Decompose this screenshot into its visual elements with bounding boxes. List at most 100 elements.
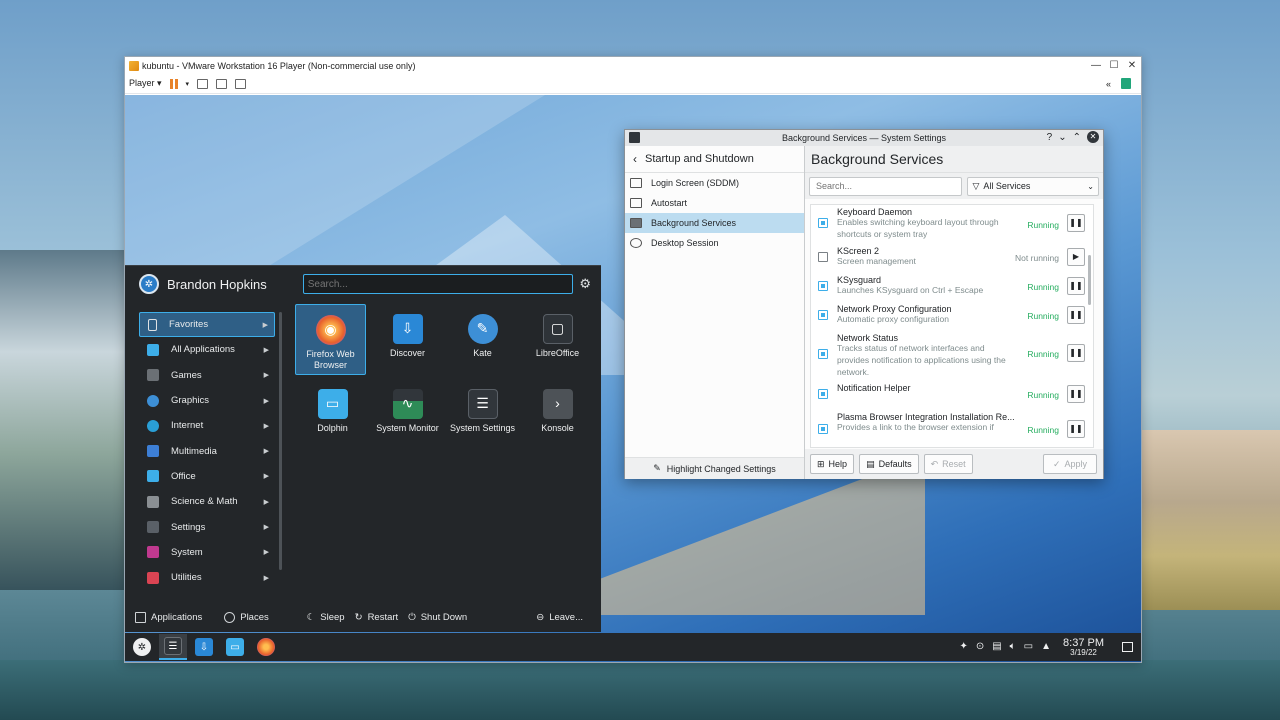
launcher-settings-icon[interactable]: ⚙ xyxy=(579,276,591,292)
category-all-applications[interactable]: All Applications ▶ xyxy=(139,337,275,362)
sidebar-item-background-services[interactable]: Background Services xyxy=(625,213,804,233)
unity-icon[interactable] xyxy=(235,78,247,89)
vm-library-icon[interactable] xyxy=(1121,78,1131,89)
service-enabled-checkbox[interactable] xyxy=(818,424,828,435)
list-item: KSysguard Launches KSysguard on Ctrl + E… xyxy=(811,273,1093,302)
pause-dropdown-icon[interactable]: ▾ xyxy=(186,80,190,88)
multimedia-icon xyxy=(147,445,159,458)
category-graphics[interactable]: Graphics ▶ xyxy=(139,388,275,413)
sidebar-item-login-screen[interactable]: Login Screen (SDDM) xyxy=(625,173,804,193)
system-monitor-icon: ∿ xyxy=(392,389,423,419)
sidebar-item-desktop-session[interactable]: Desktop Session xyxy=(625,233,804,253)
app-libreoffice[interactable]: ▢ LibreOffice xyxy=(520,304,595,379)
clipboard-icon[interactable]: ▤ xyxy=(992,641,1001,652)
sidebar-item-label: Background Services xyxy=(651,218,737,228)
app-label: System Monitor xyxy=(376,423,439,433)
minimize-icon[interactable]: ⌄ xyxy=(1058,132,1066,143)
sidebar-item-label: Desktop Session xyxy=(651,238,719,248)
back-button[interactable]: ‹ Startup and Shutdown xyxy=(625,146,804,173)
services-filter-dropdown[interactable]: ▽ All Services ⌄ xyxy=(967,176,1099,196)
leave-button[interactable]: ⊖ Leave... xyxy=(536,612,583,623)
chevron-right-icon: ▶ xyxy=(263,397,269,405)
pause-service-button[interactable]: ❚❚ xyxy=(1067,385,1085,404)
maximize-icon[interactable]: ⌃ xyxy=(1073,132,1081,143)
defaults-button[interactable]: ▤ Defaults xyxy=(859,454,919,474)
apply-button[interactable]: ✓ Apply xyxy=(1043,454,1097,474)
service-enabled-checkbox[interactable] xyxy=(818,251,828,262)
category-games[interactable]: Games ▶ xyxy=(139,363,275,388)
player-menu[interactable]: Player ▾ xyxy=(129,78,162,89)
app-label: Konsole xyxy=(541,423,574,433)
start-service-button[interactable]: ▶ xyxy=(1067,247,1085,266)
app-discover[interactable]: ⇩ Discover xyxy=(370,304,445,379)
leave-icon: ⊖ xyxy=(536,611,545,623)
application-launcher-button[interactable]: ✲ xyxy=(128,634,156,660)
category-system[interactable]: System ▶ xyxy=(139,540,275,565)
settings-sidebar: ‹ Startup and Shutdown Login Screen (SDD… xyxy=(625,146,805,479)
category-internet[interactable]: Internet ▶ xyxy=(139,413,275,438)
bookmark-icon xyxy=(148,318,157,331)
shutdown-button[interactable]: ⏻ Shut Down xyxy=(408,612,467,623)
app-system-settings[interactable]: ☰ System Settings xyxy=(445,379,520,454)
app-system-monitor[interactable]: ∿ System Monitor xyxy=(370,379,445,454)
app-firefox[interactable]: ◉ Firefox Web Browser xyxy=(295,304,366,375)
sidebar-item-autostart[interactable]: Autostart xyxy=(625,193,804,213)
category-favorites[interactable]: Favorites ▶ xyxy=(139,312,275,338)
service-status: Not running xyxy=(1015,252,1059,263)
applications-tab[interactable]: Applications xyxy=(135,611,202,623)
category-multimedia[interactable]: Multimedia ▶ xyxy=(139,438,275,463)
services-scrollbar[interactable] xyxy=(1088,255,1091,305)
network-icon[interactable]: ▭ xyxy=(1024,641,1033,652)
vmware-maximize-button[interactable]: ☐ xyxy=(1105,60,1123,71)
avatar[interactable]: ✲ xyxy=(139,274,159,294)
reset-button[interactable]: ↶ Reset xyxy=(923,454,973,474)
pause-service-button[interactable]: ❚❚ xyxy=(1067,305,1085,324)
vmware-minimize-button[interactable]: — xyxy=(1087,60,1105,71)
help-button[interactable]: ⊞ Help xyxy=(810,454,855,474)
service-name: Network Status xyxy=(837,332,899,343)
send-ctrl-alt-del-icon[interactable] xyxy=(197,78,209,89)
task-discover[interactable]: ⇩ xyxy=(190,634,218,660)
services-search-input[interactable] xyxy=(809,176,963,196)
app-dolphin[interactable]: ▭ Dolphin xyxy=(295,379,370,454)
digital-clock[interactable]: 8:37 PM 3/19/22 xyxy=(1063,637,1112,658)
task-firefox[interactable] xyxy=(252,634,280,660)
service-enabled-checkbox[interactable] xyxy=(818,280,828,291)
task-dolphin[interactable]: ▭ xyxy=(221,634,249,660)
places-tab[interactable]: Places xyxy=(224,611,269,623)
close-icon[interactable]: ✕ xyxy=(1087,131,1099,143)
updates-icon[interactable]: ⊙ xyxy=(976,641,984,652)
pause-service-button[interactable]: ❚❚ xyxy=(1067,343,1085,362)
app-kate[interactable]: ✎ Kate xyxy=(445,304,520,379)
category-office[interactable]: Office ▶ xyxy=(139,464,275,489)
collapse-toolbar-icon[interactable]: « xyxy=(1106,79,1111,89)
background-services-icon xyxy=(630,218,642,228)
service-enabled-checkbox[interactable] xyxy=(818,389,828,400)
pause-service-button[interactable]: ❚❚ xyxy=(1067,214,1085,232)
clock-date: 3/19/22 xyxy=(1070,647,1097,657)
highlight-changed-settings-button[interactable]: ✎ Highlight Changed Settings xyxy=(625,457,804,479)
pause-service-button[interactable]: ❚❚ xyxy=(1067,276,1085,295)
restart-button[interactable]: ↻ Restart xyxy=(355,612,399,623)
service-enabled-checkbox[interactable] xyxy=(818,348,828,359)
category-science-math[interactable]: Science & Math ▶ xyxy=(139,489,275,514)
vmware-close-button[interactable]: ✕ xyxy=(1123,60,1141,71)
pause-service-button[interactable]: ❚❚ xyxy=(1067,420,1085,439)
category-utilities[interactable]: Utilities ▶ xyxy=(139,565,275,590)
category-scrollbar[interactable] xyxy=(279,312,282,570)
kde-connect-icon[interactable]: ✦ xyxy=(959,641,967,652)
sleep-button[interactable]: ☾ Sleep xyxy=(307,612,345,623)
pause-icon[interactable] xyxy=(169,78,178,89)
service-enabled-checkbox[interactable] xyxy=(818,218,828,228)
volume-icon[interactable]: 🔈︎ xyxy=(1010,641,1016,652)
category-settings[interactable]: Settings ▶ xyxy=(139,514,275,539)
fullscreen-icon[interactable] xyxy=(216,78,228,89)
launcher-search-input[interactable] xyxy=(302,274,573,294)
task-system-settings[interactable]: ☰ xyxy=(159,634,187,660)
show-desktop-icon[interactable] xyxy=(1122,641,1133,652)
service-enabled-checkbox[interactable] xyxy=(818,309,828,320)
help-icon[interactable]: ? xyxy=(1047,132,1053,143)
firefox-icon: ◉ xyxy=(315,315,346,345)
tray-expand-icon[interactable]: ▲ xyxy=(1041,641,1051,652)
app-konsole[interactable]: › Konsole xyxy=(520,379,595,454)
